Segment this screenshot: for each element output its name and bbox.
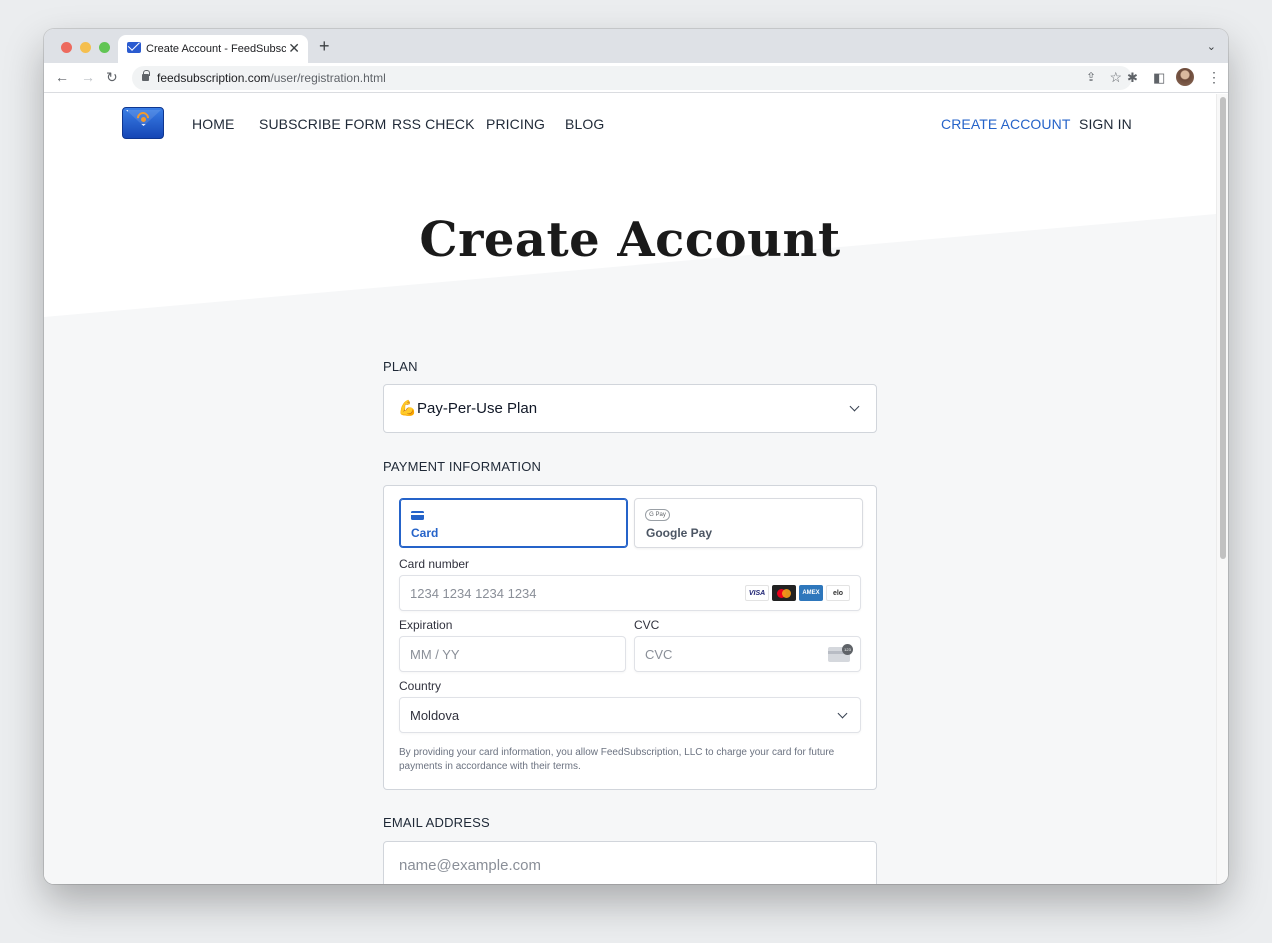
country-select[interactable]: Moldova [399, 697, 861, 733]
page-scrollbar[interactable] [1216, 94, 1228, 884]
tab-card[interactable]: Card [399, 498, 628, 548]
nav-rss-check[interactable]: RSS CHECK [392, 116, 475, 132]
chevron-down-icon [849, 401, 860, 412]
nav-home[interactable]: HOME [192, 116, 234, 132]
side-panel-icon[interactable]: ◧ [1153, 70, 1165, 86]
plan-label: PLAN [383, 359, 418, 374]
browser-tab[interactable]: Create Account - FeedSubscription ✕ [118, 35, 308, 63]
plan-select[interactable]: 💪 Pay-Per-Use Plan [383, 384, 877, 433]
new-tab-button[interactable]: + [319, 37, 330, 55]
elo-icon: elo [826, 585, 850, 601]
forward-icon[interactable]: → [81, 69, 95, 85]
tab-google-pay-label: Google Pay [646, 526, 713, 540]
cvc-label: CVC [634, 618, 660, 632]
browser-toolbar: ← → ↻ feedsubscription.com/user/registra… [44, 63, 1228, 93]
email-label: EMAIL ADDRESS [383, 815, 490, 830]
minimize-window-button[interactable] [80, 42, 91, 53]
site-nav: HOME SUBSCRIBE FORM RSS CHECK PRICING BL… [44, 94, 1216, 154]
cvc-input[interactable]: CVC [634, 636, 861, 672]
address-bar[interactable]: feedsubscription.com/user/registration.h… [132, 66, 1132, 90]
cvc-card-icon [828, 644, 853, 662]
share-icon[interactable]: ⇪ [1086, 70, 1096, 84]
page-title: Create Account [419, 212, 841, 268]
expiration-input[interactable]: MM / YY [399, 636, 626, 672]
page-viewport: HOME SUBSCRIBE FORM RSS CHECK PRICING BL… [44, 94, 1216, 884]
card-number-input[interactable]: 1234 1234 1234 1234 VISA AMEX elo [399, 575, 861, 611]
tab-google-pay[interactable]: G Pay Google Pay [634, 498, 863, 548]
tab-search-button[interactable]: ⌄ [1207, 40, 1216, 53]
lock-icon[interactable] [142, 70, 150, 81]
flexed-biceps-icon: 💪 [398, 400, 417, 417]
payment-element: Card G Pay Google Pay Card number 1234 1… [383, 485, 877, 790]
back-icon[interactable]: ← [55, 69, 69, 85]
feedsubscription-logo[interactable] [122, 107, 164, 139]
tab-close-icon[interactable]: ✕ [288, 40, 300, 57]
maximize-window-button[interactable] [99, 42, 110, 53]
tab-title: Create Account - FeedSubscription [146, 43, 286, 55]
tab-card-label: Card [411, 526, 439, 540]
profile-avatar[interactable] [1176, 68, 1194, 86]
extensions-puzzle-icon[interactable]: ✱ [1127, 70, 1138, 86]
visa-icon: VISA [745, 585, 769, 601]
nav-blog[interactable]: BLOG [565, 116, 604, 132]
card-icon [411, 511, 424, 520]
google-pay-icon: G Pay [645, 509, 670, 521]
country-label: Country [399, 679, 442, 693]
nav-subscribe-form[interactable]: SUBSCRIBE FORM [259, 116, 386, 132]
envelope-icon [127, 42, 141, 53]
scrollbar-thumb[interactable] [1220, 97, 1226, 559]
browser-menu-icon[interactable]: ⋮ [1207, 69, 1221, 86]
card-number-label: Card number [399, 557, 470, 571]
nav-pricing[interactable]: PRICING [486, 116, 545, 132]
email-field[interactable]: name@example.com [383, 841, 877, 884]
expiration-label: Expiration [399, 618, 453, 632]
bookmark-star-icon[interactable]: ☆ [1109, 69, 1122, 86]
reload-icon[interactable]: ↻ [106, 69, 118, 85]
tab-strip: Create Account - FeedSubscription ✕ + ⌄ [44, 29, 1228, 63]
browser-window: Create Account - FeedSubscription ✕ + ⌄ … [44, 29, 1228, 884]
amex-icon: AMEX [799, 585, 823, 601]
nav-sign-in[interactable]: SIGN IN [1079, 116, 1132, 132]
url-text[interactable]: feedsubscription.com/user/registration.h… [157, 71, 386, 85]
nav-create-account[interactable]: CREATE ACCOUNT [941, 116, 1071, 132]
payment-terms-text: By providing your card information, you … [399, 747, 835, 772]
payment-label: PAYMENT INFORMATION [383, 459, 542, 474]
chevron-down-icon [837, 708, 848, 719]
close-window-button[interactable] [61, 42, 72, 53]
plan-selected-value: Pay-Per-Use Plan [417, 400, 538, 417]
mastercard-icon [772, 585, 796, 601]
